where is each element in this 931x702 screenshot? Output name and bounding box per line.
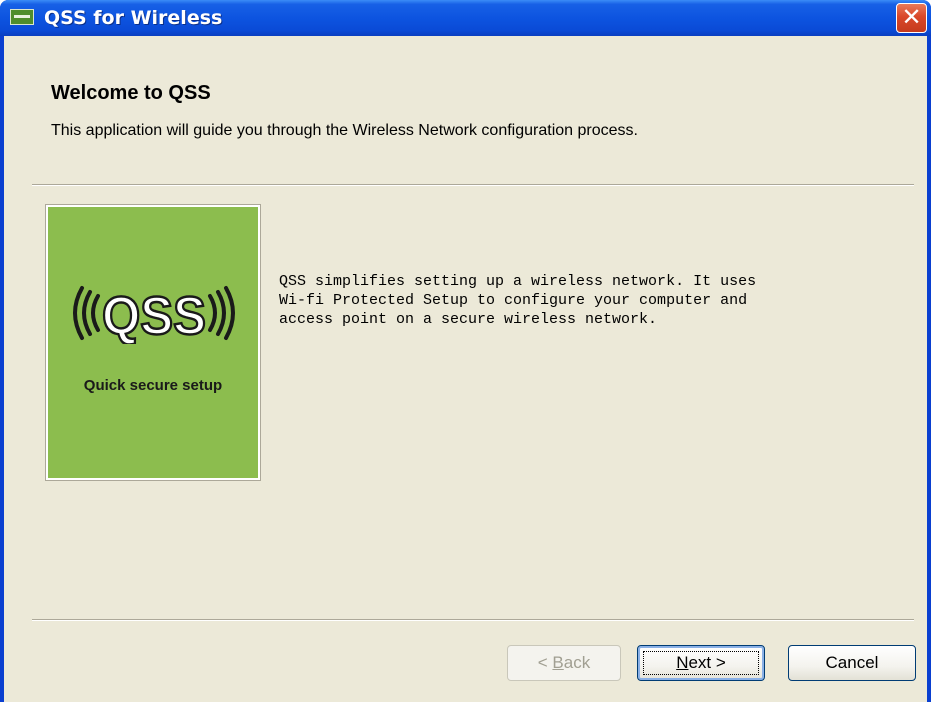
qss-logo-icon: QSS [73, 285, 235, 344]
wizard-header: Welcome to QSS This application will gui… [4, 36, 927, 184]
close-icon: ✕ [901, 3, 922, 31]
cancel-button[interactable]: Cancel [788, 645, 916, 681]
description-line: access point on a secure wireless networ… [279, 311, 658, 328]
app-icon [10, 9, 34, 25]
page-title: Welcome to QSS [51, 82, 211, 104]
back-button[interactable]: < Back [507, 645, 621, 681]
next-button[interactable]: Next > [637, 645, 765, 681]
focus-rectangle [643, 651, 759, 675]
dialog-body: Welcome to QSS This application will gui… [4, 36, 927, 702]
close-button[interactable]: ✕ [896, 3, 927, 33]
qss-logo-panel: QSS Quick secure setup [45, 204, 261, 481]
title-bar[interactable]: QSS for Wireless ✕ [0, 0, 931, 36]
page-subtitle: This application will guide you through … [51, 122, 638, 139]
qss-description: QSS simplifies setting up a wireless net… [279, 272, 879, 329]
logo-caption: Quick secure setup [83, 377, 223, 394]
footer-divider [32, 619, 914, 621]
qss-wizard-window: QSS for Wireless ✕ Welcome to QSS This a… [0, 0, 931, 702]
window-title: QSS for Wireless [44, 7, 223, 29]
description-line: QSS simplifies setting up a wireless net… [279, 273, 757, 290]
description-line: Wi-fi Protected Setup to configure your … [279, 292, 748, 309]
header-divider [32, 184, 914, 186]
logo-text: QSS [102, 286, 206, 344]
